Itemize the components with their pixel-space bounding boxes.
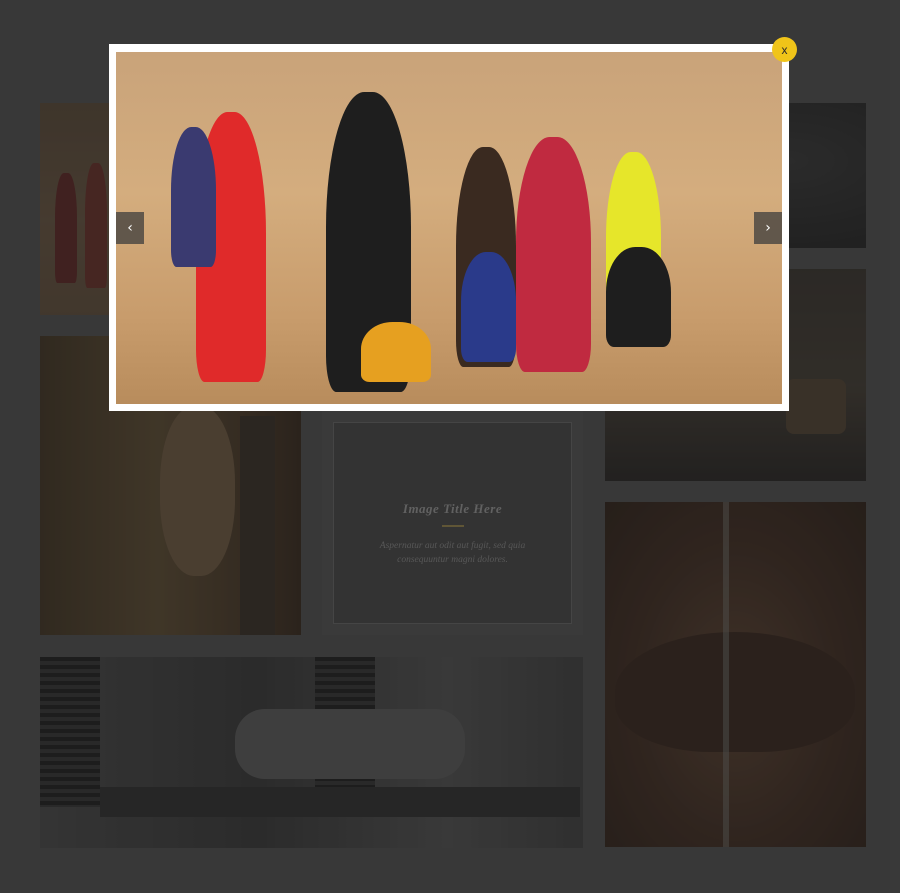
lightbox-photo: ‹ › <box>116 52 782 404</box>
chevron-left-icon: ‹ <box>127 220 133 236</box>
lightbox: ‹ › <box>109 44 789 411</box>
chevron-right-icon: › <box>765 220 771 236</box>
close-button[interactable]: x <box>772 37 797 62</box>
close-label: x <box>781 42 788 57</box>
previous-image-button[interactable]: ‹ <box>116 212 144 244</box>
next-image-button[interactable]: › <box>754 212 782 244</box>
